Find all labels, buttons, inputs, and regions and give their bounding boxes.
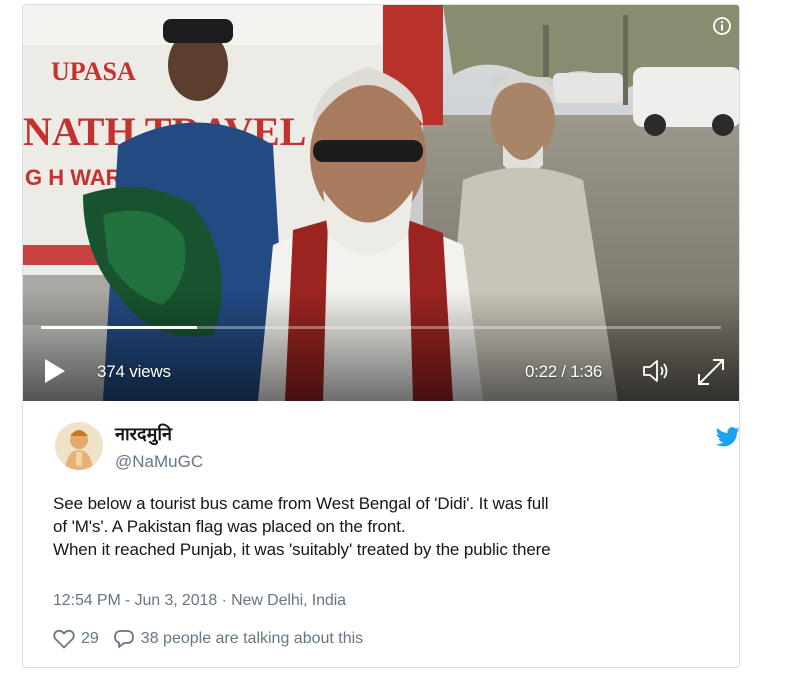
conversation-link[interactable]: 38 people are talking about this <box>113 629 363 649</box>
comment-icon <box>113 630 134 648</box>
video-time: 0:22 / 1:36 <box>525 362 603 381</box>
avatar[interactable] <box>55 422 103 470</box>
tweet-location[interactable]: New Delhi, India <box>231 592 346 609</box>
video-controls-shade <box>23 291 739 401</box>
tweet-text-line: When it reached Punjab, it was 'suitably… <box>53 540 551 559</box>
video-progress-bar[interactable] <box>41 326 721 329</box>
bus-lettering-low: G H WAR <box>25 165 122 190</box>
display-name[interactable]: नारदमुनि <box>115 422 172 446</box>
like-button[interactable]: 29 <box>53 629 99 649</box>
like-count: 29 <box>81 630 99 647</box>
play-icon[interactable] <box>43 357 67 385</box>
heart-icon <box>53 629 75 649</box>
video-progress-fill <box>41 326 198 329</box>
tweet-meta: 12:54 PM - Jun 3, 2018 · New Delhi, Indi… <box>53 592 346 610</box>
bus-lettering-top: UPASA <box>51 57 136 86</box>
video-player[interactable]: UPASA NATH TRAVEL G H WAR <box>23 5 739 401</box>
twitter-bird-icon[interactable] <box>715 427 739 447</box>
talking-count: 38 people are talking about this <box>140 630 364 647</box>
tweet-actions: 29 38 people are talking about this <box>53 627 363 651</box>
embedded-tweet-card: UPASA NATH TRAVEL G H WAR <box>22 4 740 668</box>
volume-icon[interactable] <box>641 357 671 385</box>
tweet-timestamp[interactable]: 12:54 PM - Jun 3, 2018 <box>53 592 217 609</box>
user-handle[interactable]: @NaMuGC <box>115 452 203 472</box>
info-icon[interactable] <box>713 17 731 35</box>
meta-separator: · <box>217 592 232 609</box>
tweet-text-line: of 'M's'. A Pakistan flag was placed on … <box>53 517 406 536</box>
tweet-text: See below a tourist bus came from West B… <box>53 492 733 561</box>
fullscreen-icon[interactable] <box>695 356 727 388</box>
tweet-text-line: See below a tourist bus came from West B… <box>53 494 549 513</box>
view-count: 374 views <box>97 362 171 381</box>
